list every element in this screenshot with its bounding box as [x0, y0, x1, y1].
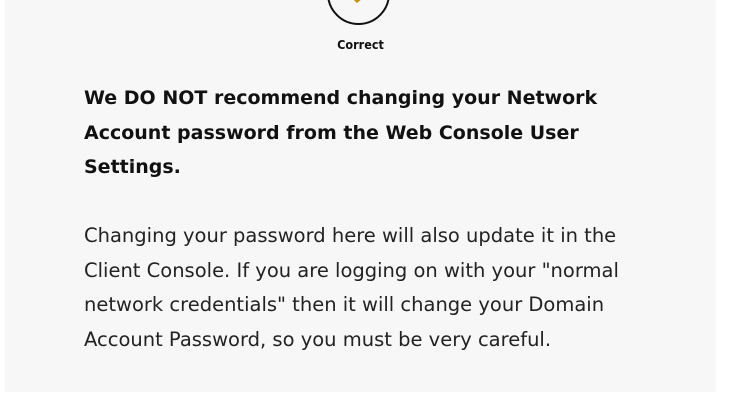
status-circle: [327, 0, 390, 25]
explanation-text: Changing your password here will also up…: [84, 224, 619, 351]
feedback-card: Correct We DO NOT recommend changing you…: [5, 0, 716, 392]
answer-status: Correct: [5, 0, 716, 60]
warning-text: We DO NOT recommend changing your Networ…: [84, 87, 598, 178]
status-label: Correct: [337, 37, 384, 52]
